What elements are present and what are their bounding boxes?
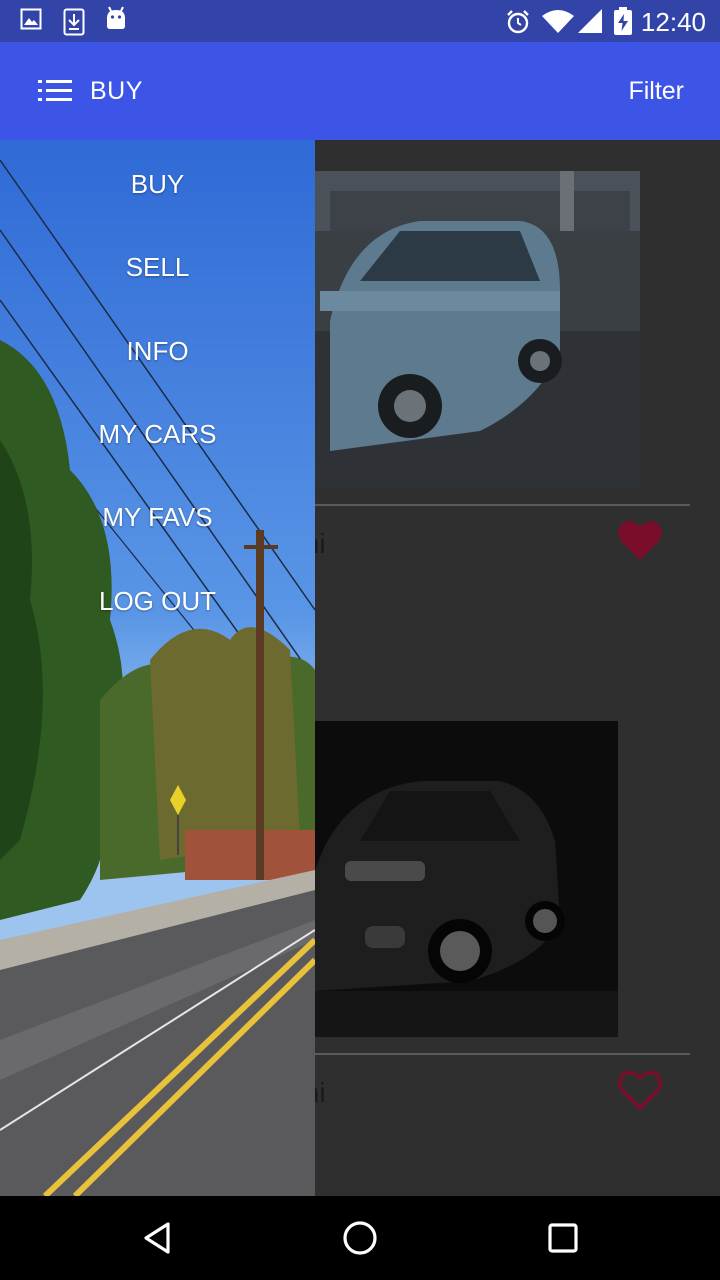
recents-icon[interactable] [543,1218,583,1258]
android-icon [107,6,125,29]
signal-icon [578,9,602,33]
home-icon[interactable] [340,1218,380,1258]
download-icon [63,8,85,36]
clock-time: 12:40 [640,7,706,37]
drawer-item-sell[interactable]: SELL [0,252,315,283]
drawer-background-image [0,140,315,1196]
status-bar: 12:40 [0,0,720,42]
alarm-icon [507,10,529,34]
battery-charging-icon [614,7,632,35]
list-menu-icon[interactable] [38,78,74,104]
filter-button[interactable]: Filter [628,77,684,106]
gallery-icon [20,8,42,30]
drawer-item-my-favs[interactable]: MY FAVS [0,502,315,533]
back-icon[interactable] [138,1218,178,1258]
heart-outline-icon[interactable] [616,1068,664,1112]
heart-filled-icon[interactable] [616,518,664,562]
drawer-item-buy[interactable]: BUY [0,169,315,200]
drawer-item-info[interactable]: INFO [0,336,315,367]
drawer-item-my-cars[interactable]: MY CARS [0,419,315,450]
wifi-icon [542,10,574,33]
page-title: BUY [90,77,143,105]
navigation-drawer: BUY SELL INFO MY CARS MY FAVS LOG OUT [0,140,315,1196]
app-bar: BUY Filter [0,42,720,140]
system-navigation-bar [0,1196,720,1280]
drawer-item-log-out[interactable]: LOG OUT [0,586,315,617]
